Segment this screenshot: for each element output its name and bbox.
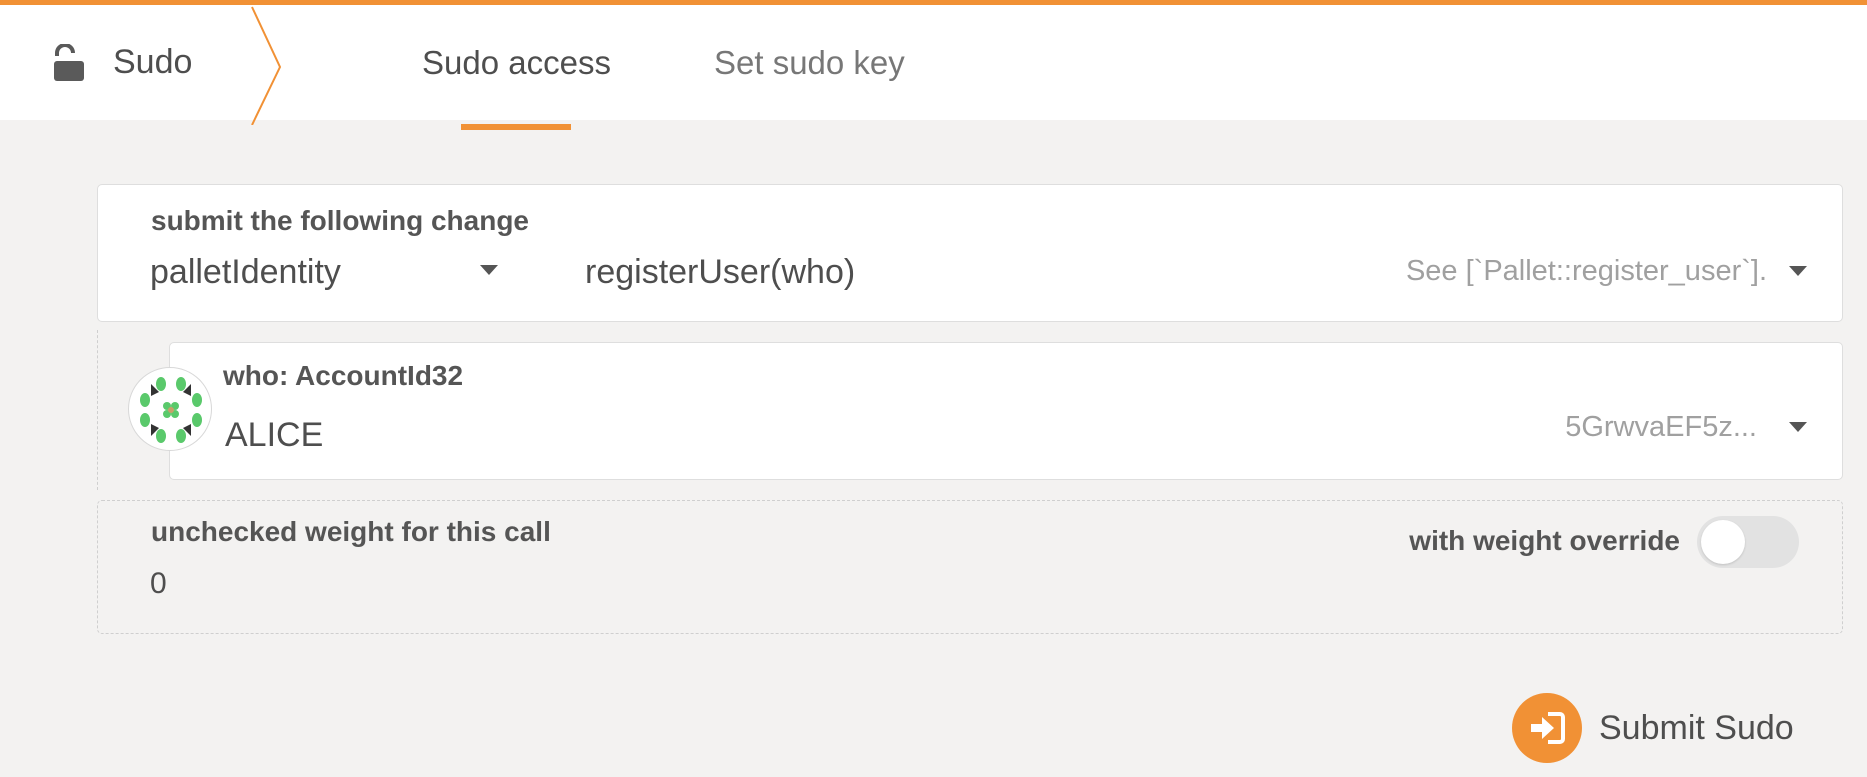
weight-label: unchecked weight for this call [151, 516, 551, 547]
unlock-icon [54, 43, 84, 81]
top-navigation-bar: Sudo Sudo access Set sudo key [0, 0, 1867, 130]
sign-in-icon [1512, 693, 1582, 763]
method-dropdown[interactable]: registerUser(who) [585, 253, 855, 292]
chevron-down-icon[interactable] [1789, 422, 1807, 432]
account-address: 5GrwvaEF5z... [1565, 411, 1757, 443]
active-tab-indicator [461, 124, 571, 130]
tab-set-sudo-key[interactable]: Set sudo key [714, 5, 905, 120]
toggle-knob [1701, 520, 1745, 564]
app-brand: Sudo [0, 5, 282, 120]
weight-section: unchecked weight for this call 0 with we… [97, 500, 1843, 634]
breadcrumb-chevron [251, 6, 282, 125]
app-section-title: Sudo [113, 43, 193, 81]
chevron-down-icon[interactable] [1789, 266, 1807, 276]
avatar [128, 367, 212, 451]
extrinsic-selector: submit the following change palletIdenti… [97, 184, 1843, 322]
weight-override-label: with weight override [1409, 525, 1680, 556]
tab-sudo-access[interactable]: Sudo access [422, 5, 611, 120]
submit-sudo-label: Submit Sudo [1599, 708, 1794, 747]
section-dropdown[interactable]: palletIdentity [150, 253, 341, 292]
param-guide-line [97, 330, 98, 490]
weight-override-toggle[interactable] [1697, 516, 1799, 568]
account-name[interactable]: ALICE [225, 416, 323, 455]
extrinsic-heading: submit the following change [151, 205, 529, 236]
method-description: See [`Pallet::register_user`]. [1405, 255, 1767, 287]
account-param-field[interactable]: who: AccountId32 ALICE 5GrwvaEF5z... [169, 342, 1843, 480]
weight-value[interactable]: 0 [150, 567, 167, 601]
submit-sudo-button[interactable]: Submit Sudo [1512, 692, 1794, 764]
identicon-icon [140, 377, 202, 443]
chevron-down-icon[interactable] [480, 265, 498, 275]
param-label: who: AccountId32 [223, 360, 464, 391]
